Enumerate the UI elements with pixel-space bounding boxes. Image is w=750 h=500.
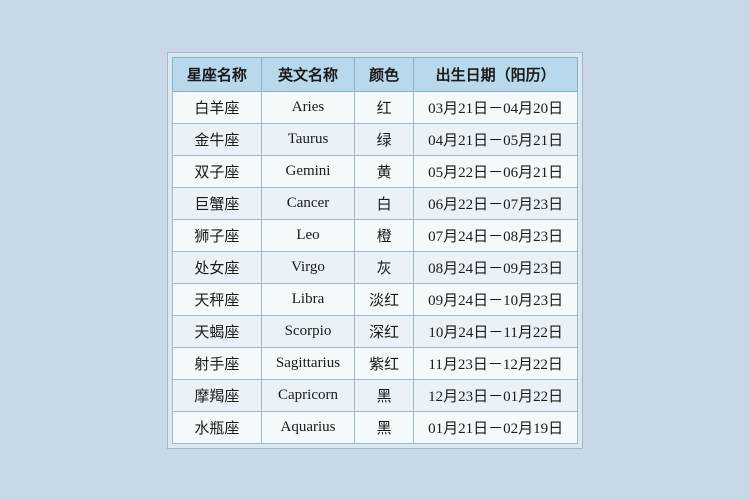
table-row: 狮子座Leo橙07月24日－08月23日 [172, 219, 577, 251]
table-cell: 橙 [355, 219, 414, 251]
table-cell: 04月21日－05月21日 [414, 123, 578, 155]
table-row: 金牛座Taurus绿04月21日－05月21日 [172, 123, 577, 155]
table-cell: 12月23日－01月22日 [414, 379, 578, 411]
table-cell: 红 [355, 91, 414, 123]
table-cell: 水瓶座 [172, 411, 261, 443]
table-cell: 天蝎座 [172, 315, 261, 347]
table-row: 巨蟹座Cancer白06月22日－07月23日 [172, 187, 577, 219]
table-cell: 白羊座 [172, 91, 261, 123]
table-cell: 黑 [355, 379, 414, 411]
table-cell: 巨蟹座 [172, 187, 261, 219]
table-cell: 03月21日－04月20日 [414, 91, 578, 123]
table-cell: Sagittarius [261, 347, 354, 379]
table-row: 处女座Virgo灰08月24日－09月23日 [172, 251, 577, 283]
table-cell: 金牛座 [172, 123, 261, 155]
table-cell: 深红 [355, 315, 414, 347]
table-cell: 黄 [355, 155, 414, 187]
table-cell: 10月24日－11月22日 [414, 315, 578, 347]
table-cell: 天秤座 [172, 283, 261, 315]
table-cell: 09月24日－10月23日 [414, 283, 578, 315]
table-cell: 淡红 [355, 283, 414, 315]
table-header-cell: 出生日期（阳历） [414, 57, 578, 91]
table-cell: 黑 [355, 411, 414, 443]
table-header-cell: 星座名称 [172, 57, 261, 91]
table-row: 白羊座Aries红03月21日－04月20日 [172, 91, 577, 123]
table-cell: 08月24日－09月23日 [414, 251, 578, 283]
table-row: 摩羯座Capricorn黑12月23日－01月22日 [172, 379, 577, 411]
table-cell: 绿 [355, 123, 414, 155]
table-cell: 07月24日－08月23日 [414, 219, 578, 251]
table-cell: 白 [355, 187, 414, 219]
table-cell: 05月22日－06月21日 [414, 155, 578, 187]
table-cell: Gemini [261, 155, 354, 187]
table-cell: 灰 [355, 251, 414, 283]
table-cell: 摩羯座 [172, 379, 261, 411]
table-header-cell: 英文名称 [261, 57, 354, 91]
zodiac-table: 星座名称英文名称颜色出生日期（阳历） 白羊座Aries红03月21日－04月20… [172, 57, 578, 444]
table-cell: 紫红 [355, 347, 414, 379]
table-header-cell: 颜色 [355, 57, 414, 91]
table-cell: 双子座 [172, 155, 261, 187]
table-cell: Taurus [261, 123, 354, 155]
table-row: 水瓶座Aquarius黑01月21日－02月19日 [172, 411, 577, 443]
zodiac-table-container: 星座名称英文名称颜色出生日期（阳历） 白羊座Aries红03月21日－04月20… [167, 52, 583, 449]
table-cell: 射手座 [172, 347, 261, 379]
table-cell: Libra [261, 283, 354, 315]
table-cell: Cancer [261, 187, 354, 219]
table-header-row: 星座名称英文名称颜色出生日期（阳历） [172, 57, 577, 91]
table-cell: Aries [261, 91, 354, 123]
table-cell: Scorpio [261, 315, 354, 347]
table-cell: Leo [261, 219, 354, 251]
table-cell: 06月22日－07月23日 [414, 187, 578, 219]
table-row: 双子座Gemini黄05月22日－06月21日 [172, 155, 577, 187]
table-row: 天秤座Libra淡红09月24日－10月23日 [172, 283, 577, 315]
table-row: 射手座Sagittarius紫红11月23日－12月22日 [172, 347, 577, 379]
table-cell: Aquarius [261, 411, 354, 443]
table-cell: 处女座 [172, 251, 261, 283]
table-row: 天蝎座Scorpio深红10月24日－11月22日 [172, 315, 577, 347]
table-body: 白羊座Aries红03月21日－04月20日金牛座Taurus绿04月21日－0… [172, 91, 577, 443]
table-cell: 狮子座 [172, 219, 261, 251]
table-cell: Capricorn [261, 379, 354, 411]
table-cell: 11月23日－12月22日 [414, 347, 578, 379]
table-cell: 01月21日－02月19日 [414, 411, 578, 443]
table-cell: Virgo [261, 251, 354, 283]
